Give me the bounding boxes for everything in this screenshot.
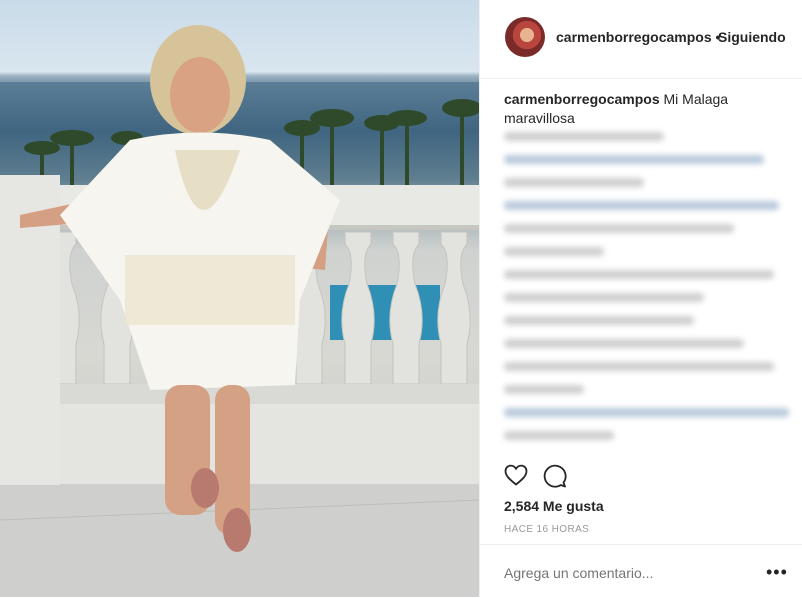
blurred-comment-line [504,178,644,187]
post-caption: carmenborregocampos Mi Malaga maravillos… [504,90,774,128]
blurred-comment-line [504,408,789,417]
blurred-comment-line [504,385,584,394]
comments-list-blurred [504,132,794,454]
blurred-comment-line [504,270,774,279]
more-options-icon[interactable]: ••• [766,563,788,581]
blurred-comment-line [504,201,779,210]
blurred-comment-line [504,293,704,302]
post-timestamp[interactable]: HACE 16 HORAS [504,524,589,535]
blurred-comment-line [504,247,604,256]
add-comment-bar: ••• [480,544,802,598]
profile-avatar[interactable] [505,17,545,57]
blurred-comment-line [504,339,744,348]
comment-input[interactable] [504,565,744,581]
header-username-row: carmenborregocampos • [556,29,720,45]
blurred-comment-line [504,362,774,371]
post-header: carmenborregocampos • Siguiendo [480,0,802,79]
likes-count[interactable]: 2,584 Me gusta [504,498,604,514]
comment-icon[interactable] [543,464,567,488]
photo-illustration [0,25,479,597]
blurred-comment-line [504,316,694,325]
caption-username[interactable]: carmenborregocampos [504,91,660,107]
following-button[interactable]: Siguiendo [718,29,786,45]
post-sidebar: carmenborregocampos • Siguiendo carmenbo… [479,0,802,597]
blurred-comment-line [504,431,614,440]
post-photo[interactable] [0,0,479,597]
header-username[interactable]: carmenborregocampos [556,29,712,45]
instagram-post-view: carmenborregocampos • Siguiendo carmenbo… [0,0,802,597]
blurred-comment-line [504,224,734,233]
blurred-comment-line [504,132,664,141]
heart-icon[interactable] [504,464,528,486]
blurred-comment-line [504,155,764,164]
